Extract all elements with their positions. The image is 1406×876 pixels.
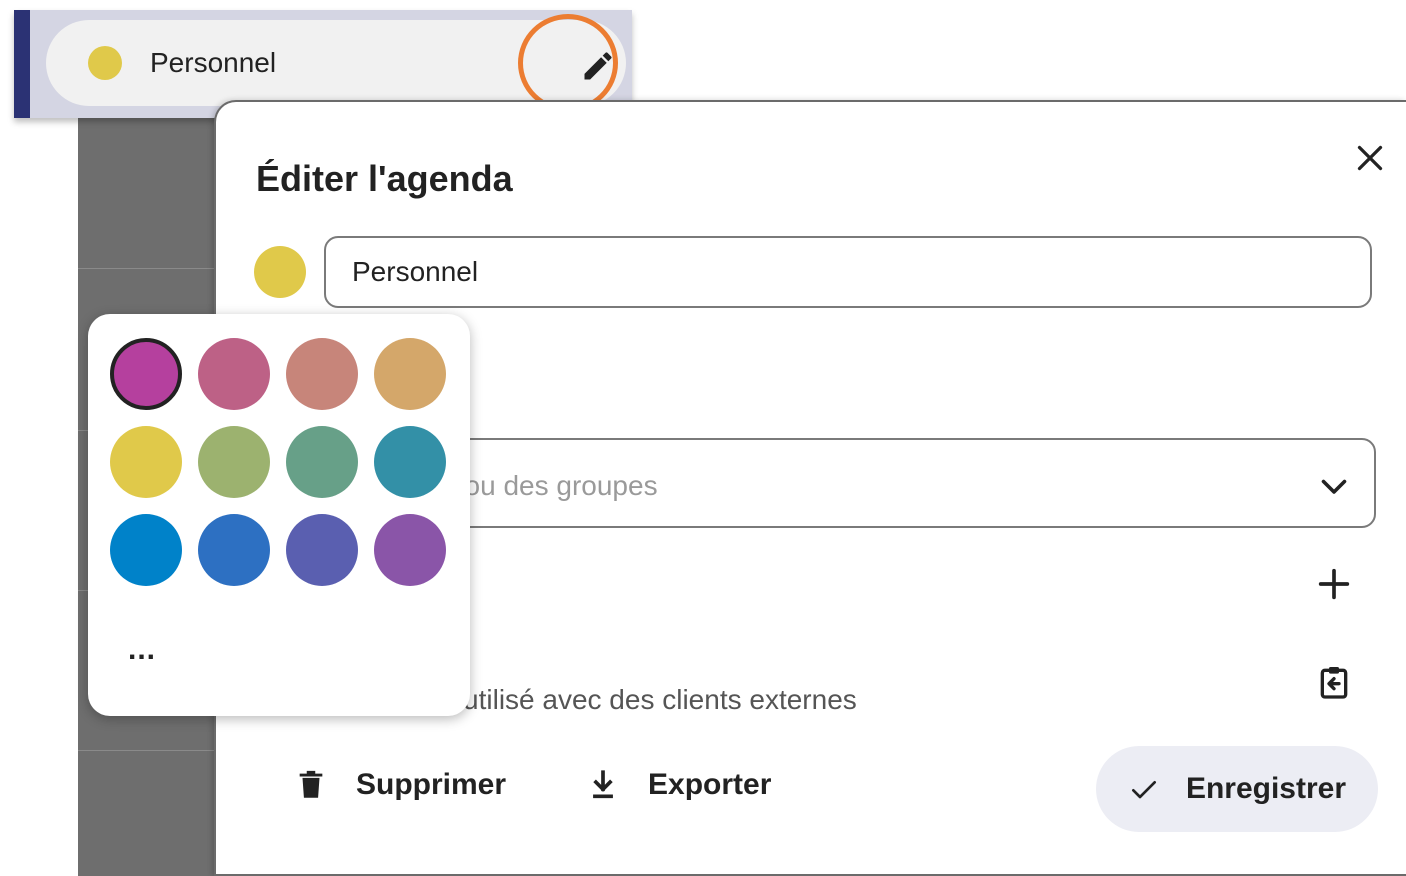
calendar-color-dot: [88, 46, 122, 80]
delete-label: Supprimer: [356, 768, 507, 801]
delete-button[interactable]: Supprimer: [294, 768, 506, 802]
download-icon: [593, 770, 613, 799]
color-swatch[interactable]: [374, 426, 446, 498]
calendar-name-input[interactable]: [324, 236, 1372, 308]
color-swatch[interactable]: [286, 514, 358, 586]
highlight-ring: [518, 14, 618, 112]
check-icon: [1131, 781, 1156, 799]
export-button[interactable]: Exporter: [586, 768, 771, 802]
color-swatch[interactable]: [374, 338, 446, 410]
more-colors-button[interactable]: ...: [128, 635, 156, 665]
dialog-title: Éditer l'agenda: [256, 158, 513, 199]
color-swatch[interactable]: [198, 338, 270, 410]
color-swatch[interactable]: [286, 338, 358, 410]
color-swatch[interactable]: [286, 426, 358, 498]
color-swatch[interactable]: [198, 426, 270, 498]
color-swatch[interactable]: [198, 514, 270, 586]
calendar-name: Personnel: [150, 47, 277, 78]
color-swatch[interactable]: [374, 514, 446, 586]
color-swatch[interactable]: [110, 514, 182, 586]
chevron-down-icon: [1321, 479, 1347, 494]
trash-icon: [299, 770, 323, 798]
save-label: Enregistrer: [1185, 772, 1347, 805]
close-icon[interactable]: [1352, 140, 1388, 176]
export-label: Exporter: [648, 768, 772, 801]
color-swatch[interactable]: [110, 338, 182, 410]
save-button[interactable]: Enregistrer: [1096, 746, 1378, 832]
plus-icon[interactable]: [1314, 564, 1354, 604]
calendar-color-picker-button[interactable]: [254, 246, 306, 298]
color-palette-popover: ...: [88, 314, 470, 716]
color-swatch[interactable]: [110, 426, 182, 498]
clipboard-icon[interactable]: [1314, 662, 1354, 702]
